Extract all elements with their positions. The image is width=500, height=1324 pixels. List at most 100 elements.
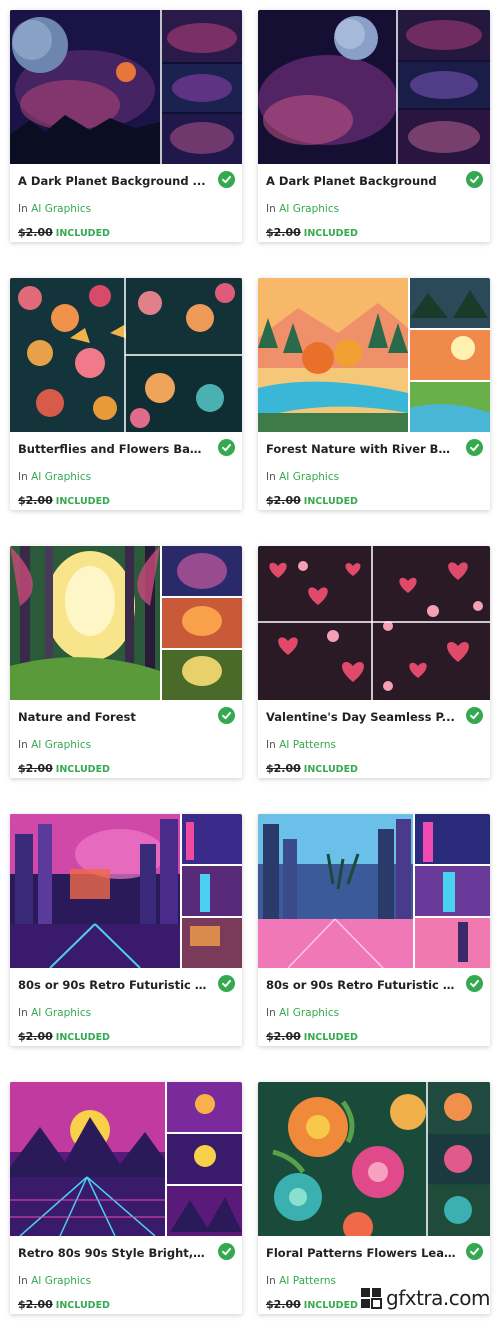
product-title[interactable]: Valentine's Day Seamless P... [266,710,456,724]
product-price: $2.00 INCLUDED [18,762,110,775]
included-badge: INCLUDED [55,764,110,775]
product-thumbnail[interactable] [258,10,490,164]
product-title[interactable]: Nature and Forest [18,710,208,724]
check-icon [466,171,483,188]
old-price: $2.00 [18,226,53,239]
product-title[interactable]: Butterflies and Flowers Bac... [18,442,208,456]
category-link[interactable]: AI Patterns [279,1275,336,1287]
old-price: $2.00 [18,1298,53,1311]
product-title[interactable]: 80s or 90s Retro Futuristic El... [266,978,456,992]
product-card[interactable]: Forest Nature with River Ba... In AI Gra… [258,278,490,510]
product-price: $2.00 INCLUDED [18,1030,110,1043]
product-grid: A Dark Planet Background ... In AI Graph… [0,0,500,1324]
check-icon [218,707,235,724]
product-title[interactable]: Forest Nature with River Ba... [266,442,456,456]
product-category: In AI Graphics [18,203,91,215]
included-badge: INCLUDED [303,1300,358,1311]
product-thumbnail[interactable] [258,278,490,432]
product-price: $2.00 INCLUDED [18,226,110,239]
product-card[interactable]: Valentine's Day Seamless P... In AI Patt… [258,546,490,778]
old-price: $2.00 [18,762,53,775]
category-link[interactable]: AI Graphics [31,1007,91,1019]
product-card[interactable]: 80s or 90s Retro Futuristic El... In AI … [258,814,490,1046]
category-prefix: In [266,203,276,215]
category-prefix: In [266,739,276,751]
product-category: In AI Graphics [18,471,91,483]
product-title[interactable]: A Dark Planet Background [266,174,456,188]
product-price: $2.00 INCLUDED [266,1030,358,1043]
included-badge: INCLUDED [303,1032,358,1043]
product-category: In AI Patterns [266,1275,336,1287]
watermark-logo-icon [361,1288,383,1309]
category-link[interactable]: AI Graphics [31,739,91,751]
product-card[interactable]: 80s or 90s Retro Futuristic El... In AI … [10,814,242,1046]
check-icon [218,171,235,188]
product-category: In AI Graphics [266,471,339,483]
check-icon [218,1243,235,1260]
old-price: $2.00 [266,762,301,775]
category-prefix: In [266,471,276,483]
product-thumbnail[interactable] [10,10,242,164]
check-icon [466,975,483,992]
old-price: $2.00 [18,494,53,507]
product-thumbnail[interactable] [10,278,242,432]
check-icon [218,439,235,456]
included-badge: INCLUDED [55,1032,110,1043]
watermark: gfxtra.com [360,1282,490,1314]
category-prefix: In [266,1007,276,1019]
included-badge: INCLUDED [303,496,358,507]
product-card[interactable]: Nature and Forest In AI Graphics $2.00 IN… [10,546,242,778]
product-category: In AI Graphics [18,1007,91,1019]
product-category: In AI Graphics [18,1275,91,1287]
category-prefix: In [18,1275,28,1287]
product-thumbnail[interactable] [10,546,242,700]
product-card[interactable]: Retro 80s 90s Style Bright, N... In AI G… [10,1082,242,1314]
category-link[interactable]: AI Graphics [31,471,91,483]
category-link[interactable]: AI Graphics [31,1275,91,1287]
product-card[interactable]: Floral Patterns Flowers Leav... In AI Pa… [258,1082,490,1314]
included-badge: INCLUDED [55,228,110,239]
product-title[interactable]: Retro 80s 90s Style Bright, N... [18,1246,208,1260]
included-badge: INCLUDED [303,764,358,775]
old-price: $2.00 [266,1298,301,1311]
product-title[interactable]: Floral Patterns Flowers Leav... [266,1246,456,1260]
included-badge: INCLUDED [55,1300,110,1311]
category-link[interactable]: AI Graphics [279,471,339,483]
product-thumbnail[interactable] [258,1082,490,1236]
product-thumbnail[interactable] [10,1082,242,1236]
category-link[interactable]: AI Graphics [279,1007,339,1019]
product-thumbnail[interactable] [258,814,490,968]
included-badge: INCLUDED [55,496,110,507]
category-link[interactable]: AI Patterns [279,739,336,751]
old-price: $2.00 [266,1030,301,1043]
product-card[interactable]: Butterflies and Flowers Bac... In AI Gra… [10,278,242,510]
category-prefix: In [18,739,28,751]
product-category: In AI Graphics [266,1007,339,1019]
product-card[interactable]: A Dark Planet Background ... In AI Graph… [10,10,242,242]
included-badge: INCLUDED [303,228,358,239]
product-category: In AI Patterns [266,739,336,751]
category-prefix: In [18,203,28,215]
product-price: $2.00 INCLUDED [266,226,358,239]
category-prefix: In [18,1007,28,1019]
product-price: $2.00 INCLUDED [266,1298,358,1311]
old-price: $2.00 [18,1030,53,1043]
product-category: In AI Graphics [18,739,91,751]
old-price: $2.00 [266,494,301,507]
product-thumbnail[interactable] [258,546,490,700]
check-icon [466,439,483,456]
product-card[interactable]: A Dark Planet Background In AI Graphics … [258,10,490,242]
category-prefix: In [18,471,28,483]
old-price: $2.00 [266,226,301,239]
check-icon [466,1243,483,1260]
check-icon [466,707,483,724]
category-prefix: In [266,1275,276,1287]
product-title[interactable]: A Dark Planet Background ... [18,174,208,188]
product-price: $2.00 INCLUDED [266,762,358,775]
category-link[interactable]: AI Graphics [279,203,339,215]
product-thumbnail[interactable] [10,814,242,968]
check-icon [218,975,235,992]
product-title[interactable]: 80s or 90s Retro Futuristic El... [18,978,208,992]
product-category: In AI Graphics [266,203,339,215]
category-link[interactable]: AI Graphics [31,203,91,215]
